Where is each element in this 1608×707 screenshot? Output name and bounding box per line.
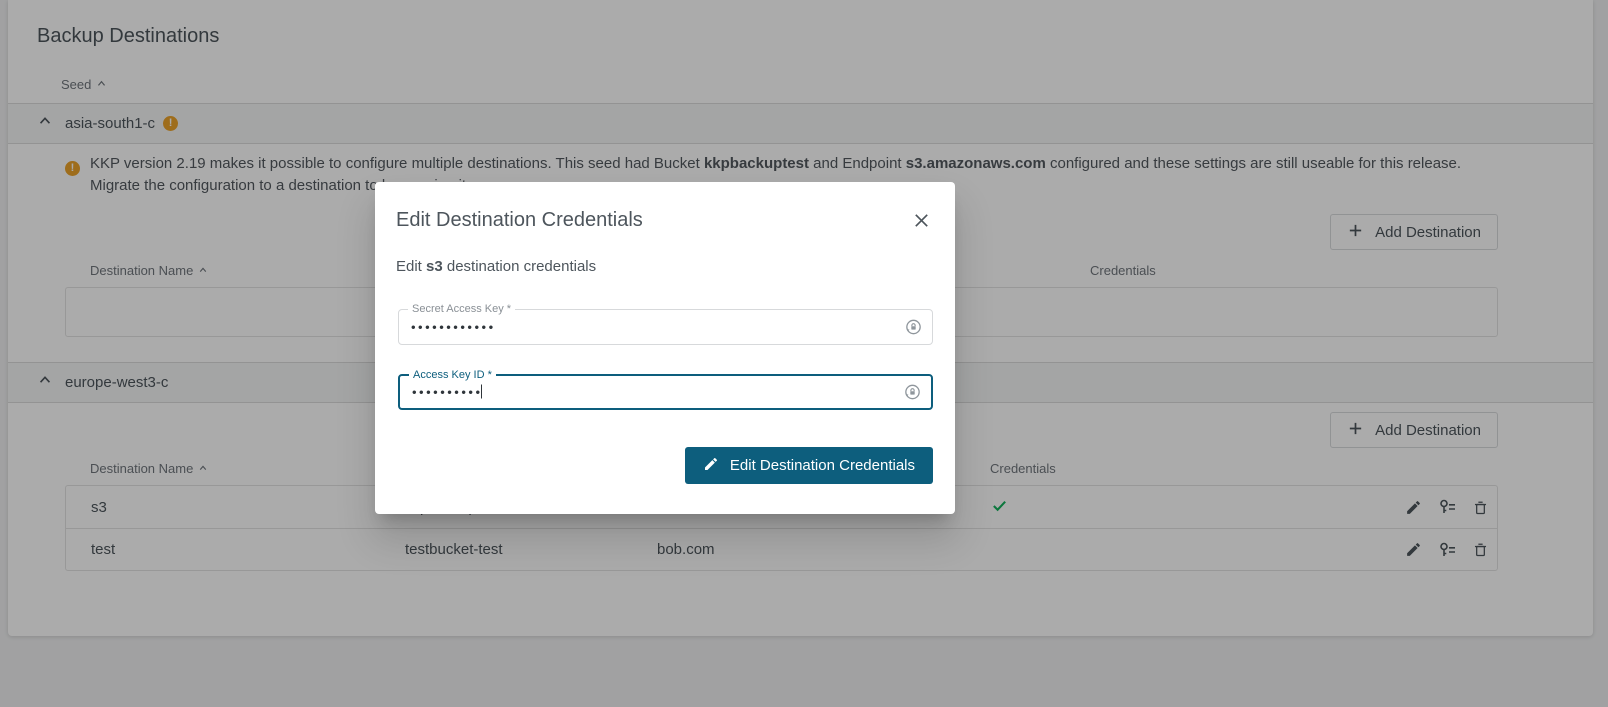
secret-access-key-label: Secret Access Key *	[408, 303, 515, 315]
password-visibility-icon	[903, 390, 922, 405]
text-cursor	[481, 385, 483, 399]
pencil-icon	[703, 456, 719, 476]
access-key-id-value: ••••••••••	[412, 385, 482, 400]
toggle-password-visibility-button[interactable]	[903, 383, 922, 402]
close-button[interactable]	[910, 209, 933, 232]
password-visibility-icon	[904, 325, 923, 340]
secret-access-key-field[interactable]: Secret Access Key * ••••••••••••	[398, 309, 933, 345]
dialog-title: Edit Destination Credentials	[396, 209, 643, 232]
secret-access-key-value: ••••••••••••	[411, 320, 496, 335]
backup-destinations-page: Backup Destinations Seed asia-south1-c !…	[0, 0, 1608, 707]
close-icon	[912, 218, 931, 233]
toggle-password-visibility-button[interactable]	[904, 318, 923, 337]
access-key-id-field[interactable]: Access Key ID * ••••••••••	[398, 374, 933, 410]
dialog-subtitle: Edit s3 destination credentials	[396, 258, 596, 275]
access-key-id-label: Access Key ID *	[409, 369, 496, 381]
edit-destination-credentials-dialog: Edit Destination Credentials Edit s3 des…	[375, 182, 955, 514]
edit-destination-credentials-submit-button[interactable]: Edit Destination Credentials	[685, 447, 933, 484]
